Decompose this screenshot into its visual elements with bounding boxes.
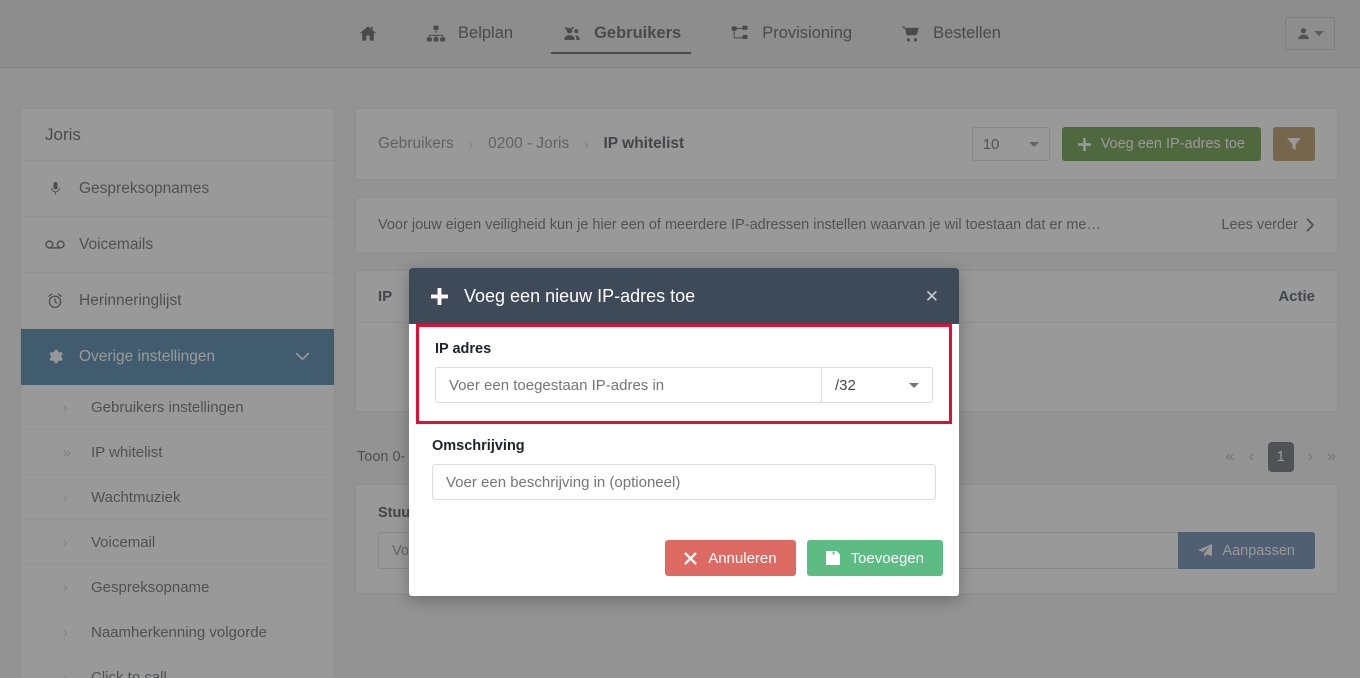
app-window: Belplan Gebruikers <box>0 0 1360 678</box>
cancel-label: Annuleren <box>708 549 777 567</box>
modal-header: Voeg een nieuw IP-adres toe ✕ <box>409 268 959 324</box>
subnet-mask-select[interactable]: /32 <box>821 367 933 403</box>
description-field-group: Omschrijving <box>409 424 959 500</box>
close-icon[interactable]: ✕ <box>925 288 939 305</box>
cross-icon <box>684 551 697 565</box>
ip-address-input[interactable] <box>435 367 821 403</box>
modal-backdrop-top <box>0 0 1360 68</box>
modal-actions: Annuleren Toevoegen <box>409 500 959 576</box>
ip-field-label: IP adres <box>435 341 492 357</box>
submit-button[interactable]: Toevoegen <box>806 540 943 576</box>
modal-body: IP adres /32 Omschrijving <box>409 324 959 596</box>
submit-label: Toevoegen <box>850 549 924 567</box>
ip-field-group: IP adres /32 <box>416 324 952 424</box>
save-icon <box>825 551 840 565</box>
plus-icon <box>431 287 448 305</box>
modal-title-text: Voeg een nieuw IP-adres toe <box>464 285 696 306</box>
chevron-down-icon <box>909 382 919 388</box>
subnet-mask-value: /32 <box>835 376 856 394</box>
description-input[interactable] <box>432 464 936 500</box>
add-ip-modal: Voeg een nieuw IP-adres toe ✕ IP adres /… <box>409 268 959 596</box>
description-field-label: Omschrijving <box>432 438 525 454</box>
cancel-button[interactable]: Annuleren <box>665 540 796 576</box>
